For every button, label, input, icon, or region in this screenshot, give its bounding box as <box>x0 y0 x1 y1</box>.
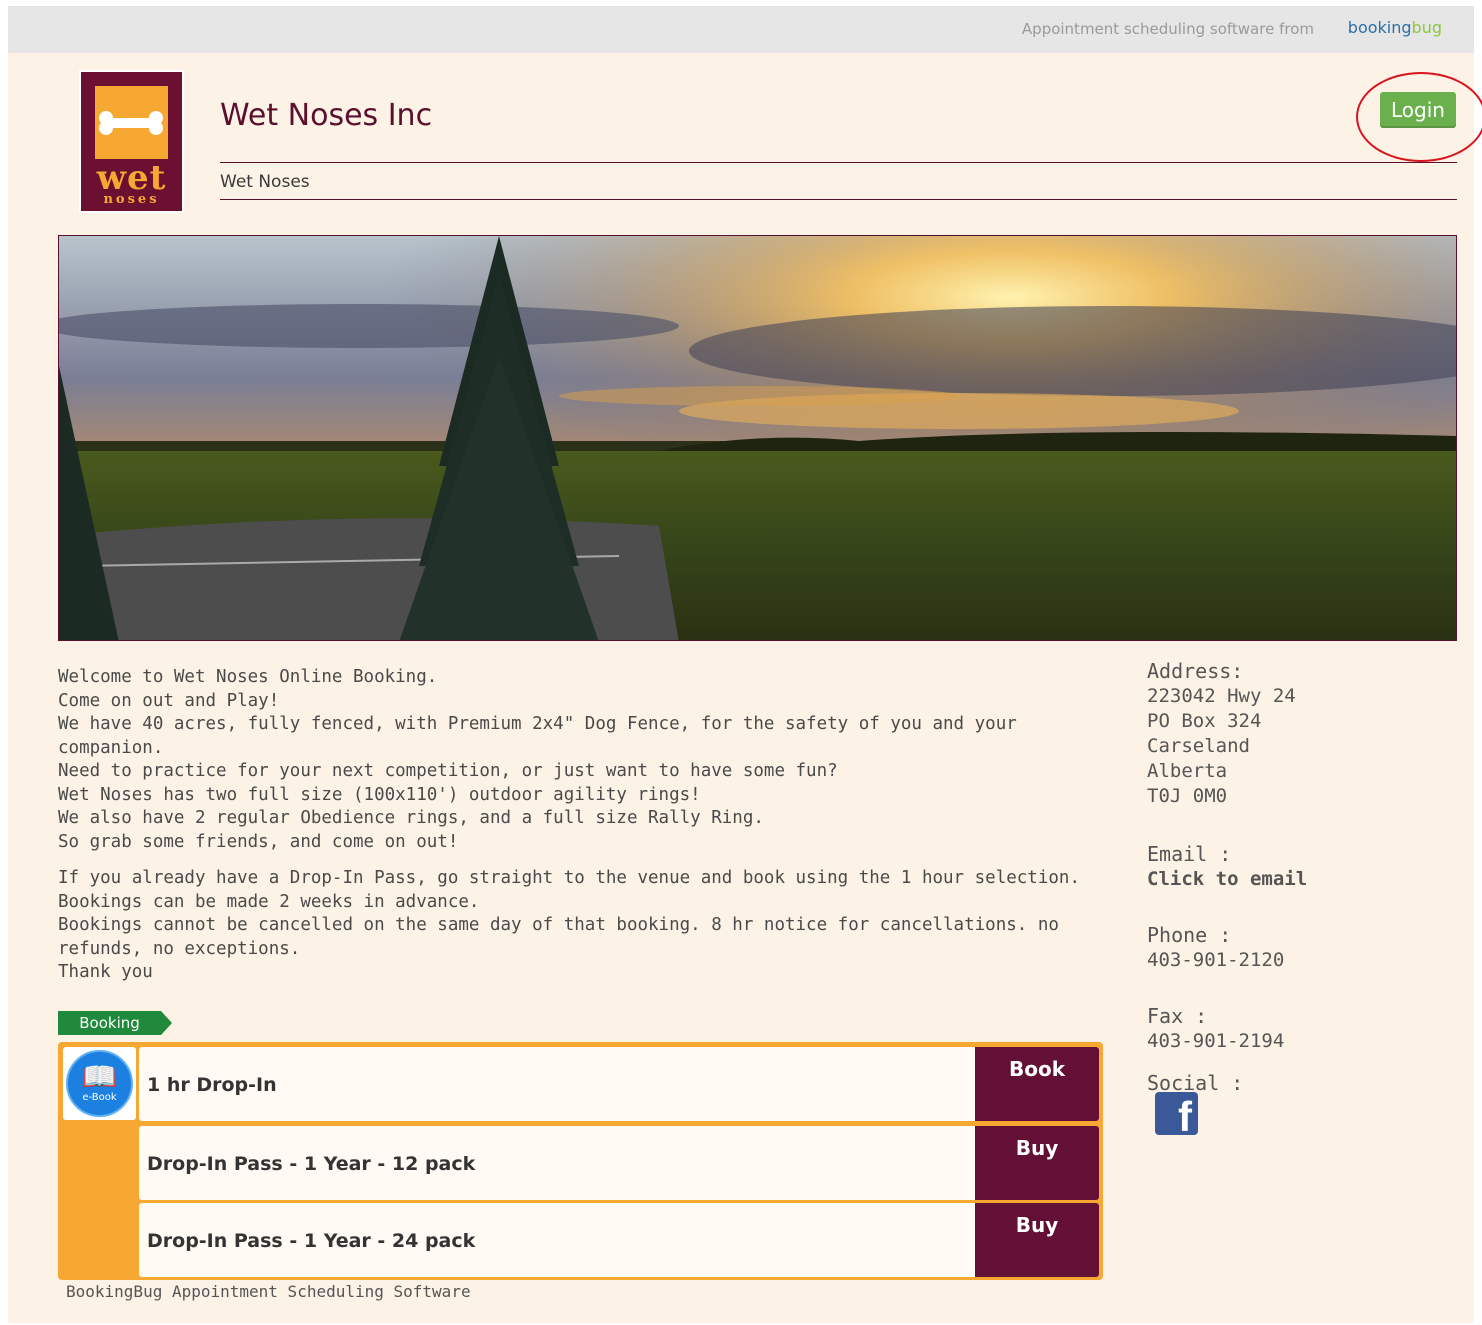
page-subtitle: Wet Noses <box>220 172 310 192</box>
bone-icon <box>99 111 163 135</box>
description-line: We also have 2 regular Obedience rings, … <box>58 808 764 828</box>
page-title: Wet Noses Inc <box>220 98 433 133</box>
address-label: Address: <box>1147 659 1244 683</box>
booking-item-title: 1 hr Drop-In <box>147 1074 277 1096</box>
ebook-icon-label: e-Book <box>82 1092 117 1103</box>
booking-item-title: Drop-In Pass - 1 Year - 12 pack <box>147 1153 476 1175</box>
fax-label: Fax : <box>1147 1004 1208 1028</box>
fax-number: 403-901-2194 <box>1147 1030 1285 1052</box>
annotation-circle <box>1356 72 1482 162</box>
description-paragraph-1: Welcome to Wet Noses Online Booking. Com… <box>58 666 1128 854</box>
topbar-tagline: Appointment scheduling software from <box>1021 20 1314 38</box>
phone-label: Phone : <box>1147 923 1232 947</box>
description-line: Welcome to Wet Noses Online Booking. <box>58 667 438 687</box>
description-line: Come on out and Play! <box>58 690 280 711</box>
description-line: Bookings can be made 2 weeks in advance. <box>58 891 480 912</box>
divider <box>220 162 1457 163</box>
booking-row: Drop-In Pass - 1 Year - 12 pack Buy <box>139 1126 1099 1200</box>
email-link[interactable]: Click to email <box>1147 867 1467 892</box>
description-line: If you already have a Drop-In Pass, go s… <box>58 868 1080 888</box>
ebook-icon: 📖 e-Book <box>66 1050 133 1117</box>
description-line: Thank you <box>58 962 153 982</box>
address-line: Alberta <box>1147 760 1228 782</box>
booking-tag: Booking <box>58 1011 172 1035</box>
bookingbug-link[interactable]: bookingbug <box>1348 18 1442 37</box>
buy-button[interactable]: Buy <box>975 1126 1099 1200</box>
footer-text[interactable]: BookingBug Appointment Scheduling Softwa… <box>66 1282 471 1301</box>
description-text: Welcome to Wet Noses Online Booking. Com… <box>58 666 1128 998</box>
ebook-icon-cell: 📖 e-Book <box>63 1047 136 1120</box>
hero-image <box>58 235 1457 641</box>
buy-button[interactable]: Buy <box>975 1203 1099 1277</box>
contact-info: Address: 223042 Hwy 24 PO Box 324 Carsel… <box>1147 658 1467 1096</box>
booking-table: 📖 e-Book 1 hr Drop-In Book Drop-In Pass … <box>58 1042 1103 1280</box>
logo-word-2: noses <box>103 192 160 207</box>
top-bar: Appointment scheduling software from boo… <box>8 6 1474 53</box>
phone-number: 403-901-2120 <box>1147 949 1285 971</box>
address-line: T0J 0M0 <box>1147 785 1228 807</box>
description-line: Bookings cannot be cancelled on the same… <box>58 915 1059 959</box>
address-line: PO Box 324 <box>1147 710 1262 732</box>
description-line: Wet Noses has two full size (100x110') o… <box>58 784 701 805</box>
facebook-icon[interactable]: f <box>1155 1092 1198 1135</box>
brand-accent: bug <box>1411 18 1442 37</box>
description-line: Need to practice for your next competiti… <box>58 761 838 781</box>
booking-row: 1 hr Drop-In Book <box>139 1047 1099 1121</box>
description-line: So grab some friends, and come on out! <box>58 831 459 852</box>
booking-row: Drop-In Pass - 1 Year - 24 pack Buy <box>139 1203 1099 1277</box>
email-label: Email : <box>1147 842 1232 866</box>
description-paragraph-2: If you already have a Drop-In Pass, go s… <box>58 867 1128 985</box>
book-button[interactable]: Book <box>975 1047 1099 1121</box>
divider <box>220 199 1457 200</box>
address-line: 223042 Hwy 24 <box>1147 685 1296 707</box>
description-line: We have 40 acres, fully fenced, with Pre… <box>58 714 1017 758</box>
sunset-landscape-image <box>59 236 1456 640</box>
address-line: Carseland <box>1147 735 1250 757</box>
brand-main: booking <box>1347 18 1412 37</box>
company-logo: wet noses <box>79 70 184 213</box>
booking-item-title: Drop-In Pass - 1 Year - 24 pack <box>147 1230 476 1252</box>
